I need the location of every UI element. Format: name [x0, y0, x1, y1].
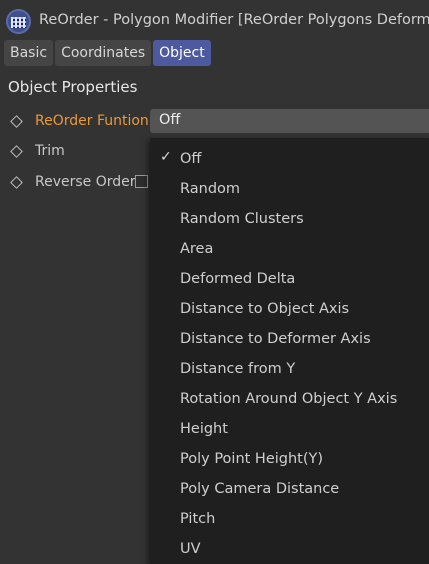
dropdown-option-distance-to-object-axis[interactable]: Distance to Object Axis: [150, 295, 429, 325]
reorder-function-row: ReOrder Funtion: [0, 109, 150, 135]
keyframe-diamond-icon[interactable]: [10, 145, 23, 158]
tab-bar: Basic Coordinates Object: [4, 40, 211, 66]
dropdown-option-distance-from-y[interactable]: Distance from Y: [150, 355, 429, 385]
dropdown-option-off[interactable]: ✓ Off: [150, 145, 429, 175]
dropdown-option-deformed-delta[interactable]: Deformed Delta: [150, 265, 429, 295]
attribute-manager: ReOrder - Polygon Modifier [ReOrder Poly…: [0, 0, 429, 564]
trim-label: Trim: [35, 143, 65, 159]
dropdown-option-poly-point-height[interactable]: Poly Point Height(Y): [150, 445, 429, 475]
polygon-modifier-icon: [6, 9, 31, 34]
reverse-order-row: Reverse Order: [0, 170, 150, 196]
trim-row: Trim: [0, 139, 150, 165]
dropdown-option-area[interactable]: Area: [150, 235, 429, 265]
tab-basic[interactable]: Basic: [4, 40, 54, 66]
reorder-function-label: ReOrder Funtion: [35, 113, 149, 129]
checkmark-icon: ✓: [160, 149, 172, 165]
dropdown-option-poly-camera-distance[interactable]: Poly Camera Distance: [150, 475, 429, 505]
dropdown-option-random[interactable]: Random: [150, 175, 429, 205]
reorder-function-value: Off: [159, 112, 181, 128]
reorder-function-select[interactable]: Off: [150, 109, 429, 133]
reorder-function-dropdown: ✓ Off Random Random Clusters Area Deform…: [150, 138, 429, 564]
dropdown-option-height[interactable]: Height: [150, 415, 429, 445]
dropdown-option-random-clusters[interactable]: Random Clusters: [150, 205, 429, 235]
dropdown-option-rotation-around-object-y-axis[interactable]: Rotation Around Object Y Axis: [150, 385, 429, 415]
window-title: ReOrder - Polygon Modifier [ReOrder Poly…: [39, 12, 429, 28]
tab-coordinates[interactable]: Coordinates: [55, 40, 152, 66]
dropdown-option-uv[interactable]: UV: [150, 535, 429, 564]
keyframe-diamond-icon[interactable]: [10, 115, 23, 128]
dropdown-option-distance-to-deformer-axis[interactable]: Distance to Deformer Axis: [150, 325, 429, 355]
tab-object[interactable]: Object: [153, 40, 211, 66]
section-title: Object Properties: [8, 78, 138, 96]
dropdown-option-pitch[interactable]: Pitch: [150, 505, 429, 535]
title-bar: ReOrder - Polygon Modifier [ReOrder Poly…: [0, 0, 429, 38]
reverse-order-checkbox[interactable]: [135, 175, 148, 188]
keyframe-diamond-icon[interactable]: [10, 176, 23, 189]
reverse-order-label: Reverse Order: [35, 174, 136, 190]
